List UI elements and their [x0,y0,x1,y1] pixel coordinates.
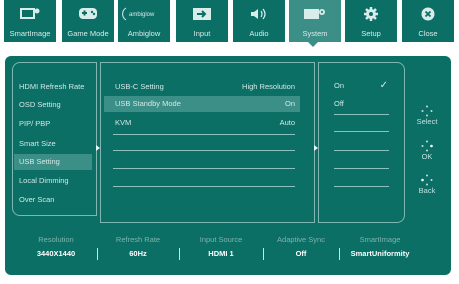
submenu-item-label: USB-C Setting [115,82,164,91]
control-label: OK [421,152,433,161]
gear-icon [345,6,397,22]
divider [113,168,295,169]
submenu-item-value: High Resolution [242,82,295,91]
active-tab-pointer [308,42,318,47]
tab-label: Input [193,29,211,38]
menu-item-smart-size[interactable]: Smart Size [19,136,93,152]
submenu-item-usb-c-setting[interactable]: USB-C Setting High Resolution [104,79,300,95]
control-label: Back [418,186,436,195]
status-value-input-source: HDMI 1 [208,249,234,258]
status-label-adaptive-sync: Adaptive Sync [277,235,325,244]
system-icon [289,6,341,22]
tab-label: Ambiglow [127,29,161,38]
svg-text:ambiglow: ambiglow [129,12,155,18]
back-dpad-icon [408,174,446,186]
checkmark-icon: ✓ [379,80,388,91]
divider [334,186,389,187]
submenu-item-usb-standby-mode[interactable]: USB Standby Mode On [104,96,300,112]
control-select[interactable]: Select [408,105,446,126]
option-on[interactable]: On ✓ [322,78,398,94]
submenu-item-kvm[interactable]: KVM Auto [104,115,300,131]
submenu-item-value: On [284,99,295,108]
option-label: On [334,81,345,90]
status-label-smartimage: SmartImage [359,235,401,244]
divider [334,150,389,151]
tab-game-mode[interactable]: Game Mode [62,0,114,42]
option-label: Off [334,99,344,108]
submenu-item-label: KVM [115,118,132,127]
status-value-adaptive-sync: Off [295,249,307,258]
tab-system[interactable]: System [289,0,341,42]
speaker-icon [233,6,285,22]
control-ok[interactable]: OK [408,140,446,161]
submenu-item-label: USB Standby Mode [115,99,181,108]
divider [113,134,295,135]
tab-audio[interactable]: Audio [233,0,285,42]
status-value-resolution: 3440X1440 [36,249,76,258]
control-label: Select [416,117,438,126]
tab-label: SmartImage [9,29,51,38]
option-off[interactable]: Off [322,96,398,112]
smartimage-icon [4,6,56,22]
submenu-item-value: Auto [279,118,295,127]
menu-item-over-scan[interactable]: Over Scan [19,192,93,208]
divider [113,150,295,151]
tab-smartimage[interactable]: SmartImage [4,0,56,42]
expand-caret-icon [314,145,318,151]
ok-dpad-icon [408,140,446,152]
tab-ambiglow[interactable]: ambiglow Ambiglow [118,0,170,42]
menu-item-local-dimming[interactable]: Local Dimming [19,173,93,189]
menu-item-pip-pbp[interactable]: PIP/ PBP [19,116,93,132]
control-back[interactable]: Back [408,174,446,195]
tab-setup[interactable]: Setup [345,0,397,42]
tab-input[interactable]: Input [176,0,228,42]
menu-item-hdmi-refresh-rate[interactable]: HDMI Refresh Rate [19,79,93,95]
divider [334,131,389,132]
tab-label: Game Mode [67,29,109,38]
tab-label: Close [418,29,438,38]
status-value-smartimage: SmartUniformity [350,249,410,258]
input-icon [176,6,228,22]
status-value-refresh-rate: 60Hz [129,249,147,258]
select-dpad-icon [408,105,446,117]
status-label-resolution: Resolution [38,235,74,244]
divider [334,114,389,115]
tab-label: Setup [361,29,381,38]
divider [113,186,295,187]
status-label-refresh-rate: Refresh Rate [115,235,161,244]
close-icon [402,6,454,22]
tab-label: System [302,29,328,38]
gamepad-icon [62,6,114,22]
menu-item-usb-setting[interactable]: USB Setting [14,154,92,170]
divider [334,168,389,169]
menu-item-osd-setting[interactable]: OSD Setting [19,97,93,113]
status-label-input-source: Input Source [199,235,243,244]
expand-caret-icon [96,145,100,151]
ambiglow-logo: ambiglow [118,6,170,22]
tab-label: Audio [249,29,269,38]
tab-close[interactable]: Close [402,0,454,42]
